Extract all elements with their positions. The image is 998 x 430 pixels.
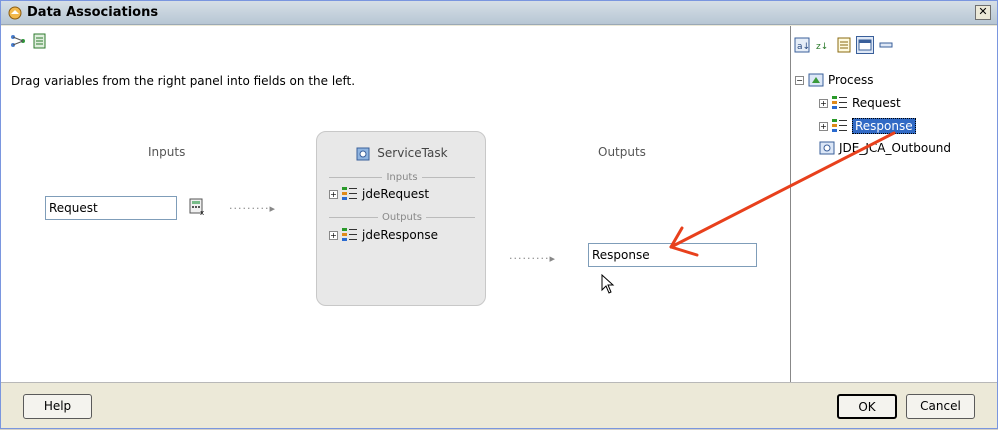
svc-inputs-divider: Inputs (329, 172, 475, 183)
sort-ascending-icon[interactable]: a↓ (793, 36, 811, 54)
service-task-name: ServiceTask (377, 146, 448, 160)
process-icon (808, 73, 824, 87)
expand-icon[interactable]: + (329, 230, 338, 240)
svg-text:x: x (200, 209, 204, 216)
svg-text:z↓: z↓ (816, 42, 828, 52)
instructions-text: Drag variables from the right panel into… (11, 74, 356, 88)
output-response-field[interactable]: Response (588, 243, 757, 267)
window-title: Data Associations (27, 5, 159, 20)
svc-inputs-label: Inputs (386, 172, 418, 183)
svc-outputs-divider: Outputs (329, 212, 475, 223)
button-bar: Help OK Cancel (1, 382, 997, 428)
svc-input-label: jdeRequest (362, 187, 430, 201)
service-task-box: ServiceTask Inputs + jdeRequest Outputs … (316, 131, 486, 306)
left-toolbar (9, 32, 49, 52)
expand-icon[interactable]: + (819, 121, 828, 131)
data-associations-dialog: Data Associations ✕ Drag variables from … (0, 0, 998, 429)
tree-toolbar: a↓ z↓ (791, 36, 997, 56)
svc-output-item[interactable]: + jdeResponse (329, 228, 438, 242)
list-view-icon[interactable] (835, 36, 853, 54)
associations-panel: Drag variables from the right panel into… (1, 26, 791, 382)
sort-descending-icon[interactable]: z↓ (814, 36, 832, 54)
tree-label-process: Process (828, 73, 874, 87)
inputs-column-label: Inputs (148, 145, 186, 159)
tree-item-response[interactable]: + Response (819, 118, 916, 134)
svc-input-item[interactable]: + jdeRequest (329, 187, 429, 201)
show-panel-icon[interactable] (856, 36, 874, 54)
expand-icon[interactable]: + (329, 189, 338, 199)
cancel-button[interactable]: Cancel (906, 394, 975, 419)
expression-builder-icon[interactable] (31, 32, 49, 50)
collapse-icon[interactable] (877, 36, 895, 54)
element-icon (832, 119, 847, 132)
app-icon (8, 6, 22, 20)
tree-item-jde-outbound[interactable]: JDE_JCA_Outbound (819, 141, 951, 155)
service-task-icon (356, 147, 370, 160)
tree-item-request[interactable]: + Request (819, 96, 901, 110)
tree-label-jde-outbound: JDE_JCA_Outbound (839, 141, 952, 155)
input-connector: ·········▸ (229, 202, 276, 215)
outputs-column-label: Outputs (598, 145, 646, 159)
tree-label-request: Request (852, 96, 901, 110)
element-icon (342, 228, 357, 241)
svg-text:a↓: a↓ (797, 42, 810, 52)
element-icon (342, 187, 357, 200)
title-bar: Data Associations ✕ (1, 1, 997, 25)
service-task-title: ServiceTask (317, 146, 487, 161)
close-button[interactable]: ✕ (975, 5, 991, 20)
service-icon (819, 141, 835, 155)
tree-item-process[interactable]: − Process (795, 73, 874, 87)
collapse-tree-icon[interactable]: − (795, 75, 804, 85)
ok-button[interactable]: OK (837, 394, 897, 419)
tree-label-response: Response (852, 118, 916, 134)
auto-map-icon[interactable] (9, 32, 27, 50)
help-button[interactable]: Help (23, 394, 92, 419)
element-icon (832, 96, 847, 109)
variable-picker-icon[interactable]: x (188, 198, 206, 216)
output-connector: ·········▸ (509, 252, 556, 265)
expand-icon[interactable]: + (819, 98, 828, 108)
mouse-cursor-icon (601, 274, 615, 294)
svc-output-label: jdeResponse (362, 228, 438, 242)
input-request-field[interactable]: Request (45, 196, 177, 220)
variables-panel: a↓ z↓ − Process + Request + Response JDE… (791, 26, 997, 382)
svc-outputs-label: Outputs (382, 212, 422, 223)
